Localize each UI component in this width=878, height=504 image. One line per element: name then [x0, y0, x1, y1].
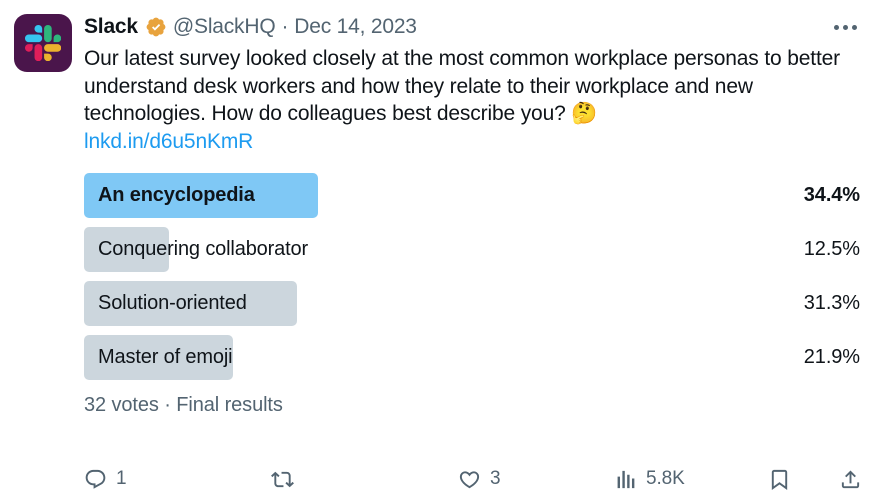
views-count: 5.8K [646, 468, 685, 489]
author-handle[interactable]: @SlackHQ [173, 12, 276, 42]
reply-button[interactable]: 1 [84, 462, 271, 496]
tweet-date[interactable]: Dec 14, 2023 [294, 12, 417, 42]
bookmark-button[interactable] [768, 462, 822, 496]
poll-option-row[interactable]: An encyclopedia 34.4% [84, 173, 860, 218]
poll-option-row[interactable]: Master of emoji 21.9% [84, 335, 860, 380]
poll-option-percent: 12.5% [803, 238, 860, 260]
poll-bar-track: Master of emoji [84, 335, 764, 380]
share-button[interactable] [822, 462, 862, 496]
poll-option-label: Conquering collaborator [98, 238, 309, 260]
thinking-face-emoji: 🤔 [571, 102, 598, 125]
verified-badge-icon [146, 17, 166, 37]
poll-bar-track: An encyclopedia [84, 173, 764, 218]
ellipsis-icon-dot [833, 24, 839, 30]
reply-icon [85, 469, 106, 489]
tweet-action-bar: 1 3 5.8K [84, 462, 862, 496]
poll-option-percent: 31.3% [803, 292, 860, 314]
like-count: 3 [490, 468, 501, 489]
poll-option-row[interactable]: Conquering collaborator 12.5% [84, 227, 860, 272]
slack-logo-icon [25, 25, 61, 61]
bookmark-icon [771, 469, 788, 490]
ellipsis-icon-dot [851, 24, 857, 30]
views-button[interactable]: 5.8K [614, 462, 768, 496]
author-display-name[interactable]: Slack [84, 12, 138, 42]
poll-bar-track: Conquering collaborator [84, 227, 764, 272]
reply-count: 1 [116, 468, 127, 489]
poll-option-label: Solution-oriented [98, 292, 247, 314]
poll-option-percent: 21.9% [803, 346, 860, 368]
retweet-button[interactable] [271, 462, 458, 496]
tweet-body: Slack @SlackHQ · Dec 14, 2023 Our latest… [76, 12, 862, 504]
tweet-text: Our latest survey looked closely at the … [84, 45, 862, 155]
share-icon [841, 469, 860, 488]
poll-option-label: An encyclopedia [98, 184, 255, 206]
like-button[interactable]: 3 [458, 462, 614, 496]
avatar[interactable] [14, 14, 72, 72]
heart-icon [459, 470, 480, 488]
tweet-link[interactable]: lnkd.in/d6u5nKmR [84, 128, 862, 156]
more-options-button[interactable] [828, 14, 862, 40]
poll-option-label: Master of emoji [98, 346, 233, 368]
poll-option-percent: 34.4% [803, 184, 860, 206]
poll-vote-summary: 32 votes · Final results [84, 394, 283, 416]
tweet-text-content: Our latest survey looked closely at the … [84, 47, 841, 125]
tweet-card: Slack @SlackHQ · Dec 14, 2023 Our latest… [0, 0, 878, 504]
retweet-icon [271, 471, 294, 487]
poll-bar-track: Solution-oriented [84, 281, 764, 326]
analytics-icon [617, 470, 635, 488]
separator-dot: · [281, 15, 289, 38]
poll: An encyclopedia 34.4% Conquering collabo… [84, 173, 862, 417]
ellipsis-icon-dot [842, 24, 848, 30]
poll-option-row[interactable]: Solution-oriented 31.3% [84, 281, 860, 326]
tweet-header: Slack @SlackHQ · Dec 14, 2023 [84, 12, 862, 42]
avatar-column [14, 12, 76, 504]
